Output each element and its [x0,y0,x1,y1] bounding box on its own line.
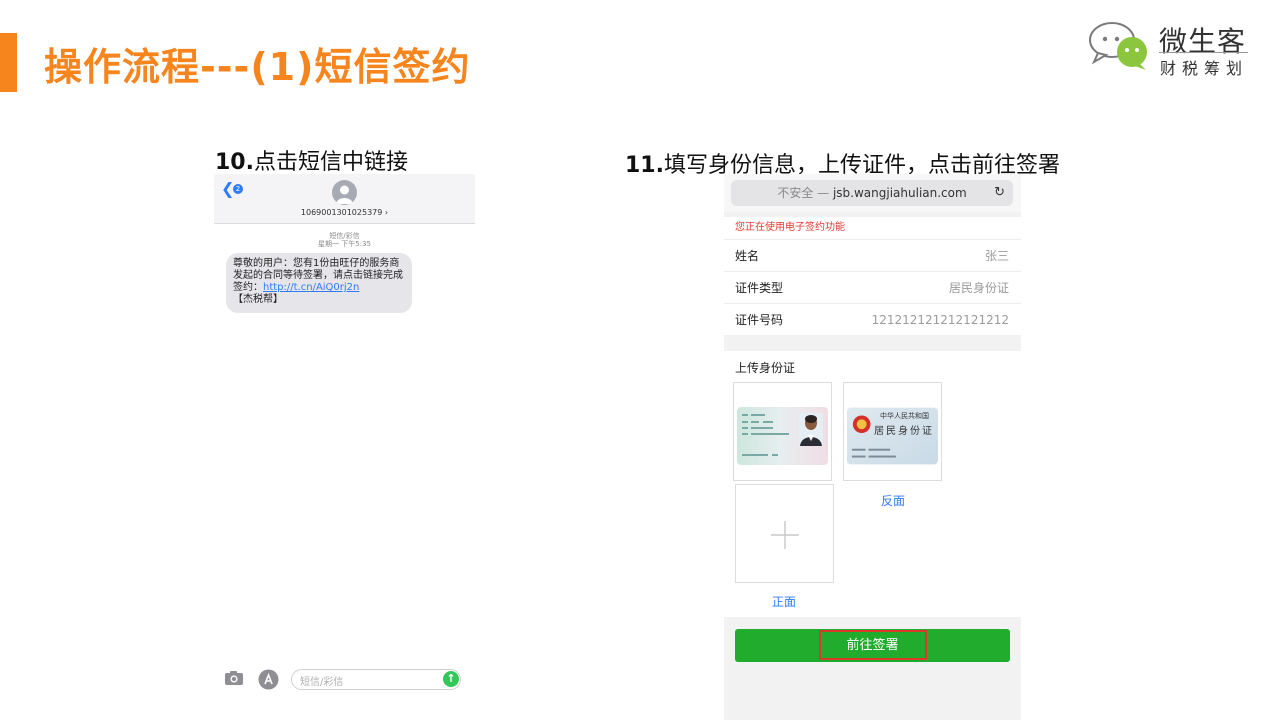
id-front-caption: 正面 [772,595,797,609]
contact-avatar[interactable] [332,180,357,205]
slide-title: 操作流程---(1)短信签约 [44,45,471,89]
chat-bubbles-icon [1089,22,1147,70]
unread-badge: 2 [233,184,243,194]
step10-text: 点击短信中链接 [253,150,408,175]
id-front-upload-slot[interactable] [735,484,834,583]
sms-header: ❮ 2 1069001301025379 › [214,174,475,224]
id-back-caption: 反面 [881,494,906,508]
id-front-photo-thumb[interactable] [733,382,832,481]
title-accent-bar [0,33,17,92]
send-arrow-icon[interactable]: ↑ [443,671,459,687]
message-input[interactable]: 短信/彩信 [291,669,461,690]
highlight-box [819,630,927,660]
esign-notice: 您正在使用电子签约功能 [724,217,1021,239]
app-store-icon[interactable] [258,669,279,694]
message-timestamp: 星期一 下午5:35 [318,240,371,248]
reload-icon[interactable]: ↻ [994,180,1005,206]
logo-subtitle: 财税筹划 [1160,59,1249,78]
logo-name: 微生客 [1159,25,1247,58]
sender-number[interactable]: 1069001301025379 › [214,208,475,217]
id-type-row[interactable]: 证件类型 居民身份证 [724,271,1021,303]
logo: 微生客 财税筹划 [1088,20,1258,78]
person-icon [336,185,353,204]
url-domain: jsb.wangjiahulian.com [832,186,967,200]
message-link[interactable]: http://t.cn/AiQ0rj2n [263,282,359,293]
message-bubble: 尊敬的用户：您有1份由旺仔的服务商发起的合同等待签署，请点击链接完成签约：htt… [226,253,412,313]
id-type-label: 证件类型 [735,281,784,295]
step11-number: 11. [625,153,664,178]
step10-heading: 10.点击短信中链接 [215,144,408,176]
id-type-select[interactable]: 居民身份证 [949,272,1009,304]
upload-label: 上传身份证 [735,361,796,375]
id-number-field[interactable]: 121212121212121212 [872,304,1009,336]
name-row[interactable]: 姓名 张三 [724,239,1021,271]
name-label: 姓名 [735,249,760,263]
browser-toolbar: 不安全 — jsb.wangjiahulian.com ↻ [724,174,1021,212]
sign-form-screen: 不安全 — jsb.wangjiahulian.com ↻ 您正在使用电子签约功能… [724,174,1021,720]
camera-icon[interactable] [224,670,244,690]
id-back-photo-thumb[interactable]: 中华人民共和国 居民身份证 [843,382,942,481]
upload-section: 上传身份证 中华人民共和国 居民身份证 [724,351,1021,617]
message-signature: 【杰税帮】 [233,294,283,305]
name-field[interactable]: 张三 [985,240,1009,272]
logo-divider [1159,52,1248,53]
id-back-title-1: 中华人民共和国 [880,412,929,420]
insecure-label: 不安全 — [777,186,830,200]
id-back-title-2: 居民身份证 [874,426,934,437]
address-bar[interactable]: 不安全 — jsb.wangjiahulian.com ↻ [731,180,1013,206]
id-number-row[interactable]: 证件号码 121212121212121212 [724,303,1021,335]
step10-number: 10. [215,150,254,175]
id-number-label: 证件号码 [735,313,784,327]
plus-icon [771,521,799,549]
id-card-front-image [737,407,828,465]
